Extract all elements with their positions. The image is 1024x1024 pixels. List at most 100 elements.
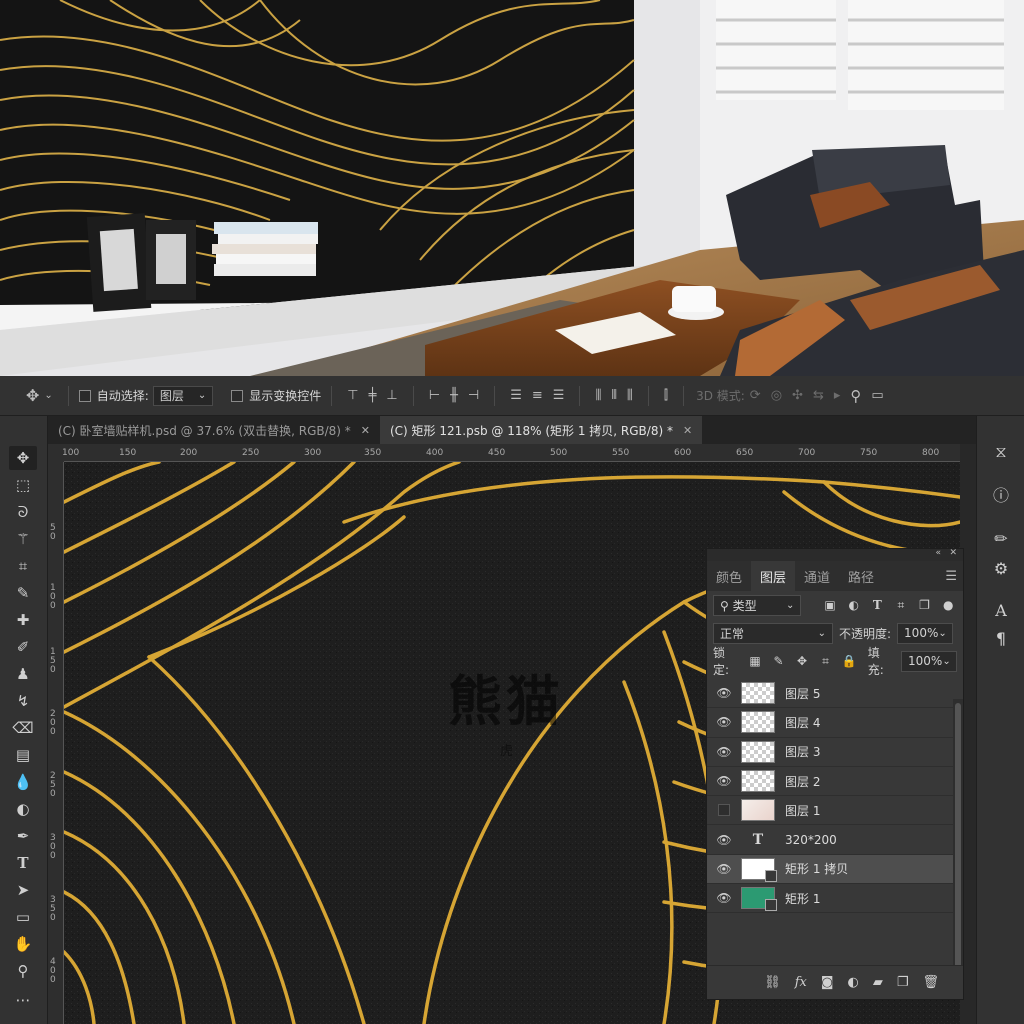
tab-mockup-psd[interactable]: (C) 卧室墙贴样机.psd @ 37.6% (双击替换, RGB/8) * ✕ — [48, 416, 380, 444]
more-tools-icon[interactable]: ⋯ — [9, 988, 37, 1012]
crop-tool-icon[interactable]: ⌗ — [9, 554, 37, 578]
blur-tool-icon[interactable]: 💧 — [9, 770, 37, 794]
fx-icon[interactable]: fx — [795, 975, 807, 990]
distribute-hcenter-icon[interactable]: ⫴ — [611, 388, 616, 403]
visibility-toggle[interactable] — [707, 804, 741, 817]
path-selection-tool-icon[interactable]: ➤ — [9, 878, 37, 902]
auto-select-dropdown[interactable]: 图层 ⌄ — [152, 385, 214, 406]
layer-row[interactable]: 👁 图层 5 — [707, 679, 955, 709]
history-panel-icon[interactable]: ⧖ — [989, 440, 1013, 464]
zoom-tool-icon[interactable]: ⚲ — [9, 959, 37, 983]
rectangle-tool-icon[interactable]: ▭ — [9, 905, 37, 929]
vertical-ruler[interactable]: 5 0 1 0 0 1 5 0 2 0 0 2 5 0 3 0 0 3 5 0 … — [48, 462, 64, 1024]
show-transform-checkbox[interactable]: 显示变换控件 — [231, 387, 321, 404]
move-tool-icon[interactable]: ✥ — [26, 386, 39, 405]
pan-3d-icon[interactable]: ✣ — [792, 388, 803, 403]
history-brush-tool-icon[interactable]: ↯ — [9, 689, 37, 713]
eyedropper-tool-icon[interactable]: ✎ — [9, 581, 37, 605]
align-bottom-icon[interactable]: ⊥ — [386, 388, 397, 403]
move-tool-icon[interactable]: ✥ — [9, 446, 37, 470]
visibility-eye-icon[interactable]: 👁 — [707, 891, 741, 905]
visibility-eye-icon[interactable]: 👁 — [707, 833, 741, 847]
scrollbar-thumb[interactable] — [955, 703, 961, 968]
distribute-bottom-icon[interactable]: ☰ — [553, 388, 565, 403]
distribute-vcenter-icon[interactable]: ≡ — [532, 388, 543, 403]
paragraph-panel-icon[interactable]: ¶ — [989, 626, 1013, 650]
tab-layers[interactable]: 图层 — [751, 561, 796, 591]
visibility-eye-icon[interactable]: 👁 — [707, 715, 741, 729]
layer-row[interactable]: 👁 图层 3 — [707, 738, 955, 767]
layer-row[interactable]: 图层 1 — [707, 796, 955, 826]
type-tool-icon[interactable]: T — [9, 851, 37, 875]
hidden-visibility-box[interactable] — [718, 804, 730, 817]
collapse-icon[interactable]: « — [935, 548, 941, 558]
filter-pixel-icon[interactable]: ▣ — [821, 598, 839, 612]
workspace-icon[interactable]: ▭ — [871, 388, 883, 403]
marquee-tool-icon[interactable]: ⬚ — [9, 473, 37, 497]
lock-all-icon[interactable]: 🔒 — [840, 654, 858, 668]
close-icon[interactable]: ✕ — [361, 424, 370, 437]
visibility-eye-icon[interactable]: 👁 — [707, 686, 741, 700]
filter-type-icon[interactable]: T — [869, 598, 887, 612]
tab-paths[interactable]: 路径 — [839, 561, 883, 591]
info-panel-icon[interactable]: ⓘ — [989, 482, 1013, 506]
filter-shape-icon[interactable]: ⌗ — [892, 598, 910, 613]
lock-artboard-icon[interactable]: ⌗ — [817, 654, 835, 669]
blend-mode-dropdown[interactable]: 正常 ⌄ — [713, 622, 833, 644]
checkbox-icon[interactable] — [231, 389, 244, 402]
align-right-icon[interactable]: ⊣ — [468, 388, 479, 403]
tab-rect-psb[interactable]: (C) 矩形 121.psb @ 118% (矩形 1 拷贝, RGB/8) *… — [380, 416, 703, 444]
fill-field[interactable]: 100% ⌄ — [901, 650, 958, 672]
align-top-icon[interactable]: ⊤ — [347, 388, 358, 403]
lasso-tool-icon[interactable]: ᘐ — [9, 500, 37, 524]
lock-position-icon[interactable]: ✥ — [793, 654, 811, 668]
lock-transparent-icon[interactable]: ▦ — [746, 654, 764, 668]
panel-menu-icon[interactable]: ☰ — [945, 569, 957, 584]
visibility-eye-icon[interactable]: 👁 — [707, 774, 741, 788]
scale-3d-icon[interactable]: ▸ — [834, 388, 841, 403]
brush-panel-icon[interactable]: ✏ — [989, 526, 1013, 550]
brush-tool-icon[interactable]: ✐ — [9, 635, 37, 659]
add-mask-icon[interactable]: ◙ — [821, 975, 834, 990]
gradient-tool-icon[interactable]: ▤ — [9, 743, 37, 767]
distribute-right-icon[interactable]: ⫼ — [627, 388, 633, 403]
search-icon[interactable]: ⚲ — [850, 387, 861, 405]
layer-row-selected[interactable]: 👁 矩形 1 拷贝 — [707, 854, 955, 885]
roll-3d-icon[interactable]: ◎ — [771, 388, 782, 403]
trash-icon[interactable]: 🗑 — [922, 975, 939, 990]
pen-tool-icon[interactable]: ✒ — [9, 824, 37, 848]
orbit-3d-icon[interactable]: ⟳ — [750, 388, 761, 403]
visibility-eye-icon[interactable]: 👁 — [707, 745, 741, 759]
align-hcenter-icon[interactable]: ╫ — [450, 388, 458, 403]
character-panel-icon[interactable]: A — [989, 598, 1013, 622]
layer-row[interactable]: 👁 图层 4 — [707, 708, 955, 738]
new-layer-icon[interactable]: ❐ — [897, 975, 909, 990]
chevron-down-icon[interactable]: ⌄ — [44, 390, 52, 401]
close-icon[interactable]: ✕ — [683, 424, 692, 437]
layer-row[interactable]: 👁 矩形 1 — [707, 884, 955, 914]
horizontal-ruler[interactable]: 100 150 200 250 300 350 400 450 500 550 … — [62, 444, 960, 462]
align-vcenter-icon[interactable]: ╪ — [369, 388, 377, 403]
visibility-eye-icon[interactable]: 👁 — [707, 862, 741, 876]
eraser-tool-icon[interactable]: ⌫ — [9, 716, 37, 740]
healing-brush-tool-icon[interactable]: ✚ — [9, 608, 37, 632]
distribute-top-icon[interactable]: ☰ — [510, 388, 522, 403]
opacity-field[interactable]: 100% ⌄ — [897, 622, 954, 644]
hand-tool-icon[interactable]: ✋ — [9, 932, 37, 956]
align-left-icon[interactable]: ⊢ — [429, 388, 440, 403]
link-layers-icon[interactable]: ⛓ — [764, 975, 781, 990]
filter-adjustment-icon[interactable]: ◐ — [845, 598, 863, 612]
dodge-tool-icon[interactable]: ◐ — [9, 797, 37, 821]
adjustments-panel-icon[interactable]: ⚙ — [989, 556, 1013, 580]
auto-align-icon[interactable]: ⫿ — [664, 388, 668, 403]
checkbox-icon[interactable] — [78, 389, 91, 402]
filter-smart-object-icon[interactable]: ❐ — [916, 598, 934, 612]
slide-3d-icon[interactable]: ⇆ — [813, 388, 824, 403]
distribute-left-icon[interactable]: ⫼ — [595, 388, 601, 403]
lock-pixels-icon[interactable]: ✎ — [770, 654, 788, 668]
layer-row[interactable]: 👁 图层 2 — [707, 767, 955, 797]
layers-scrollbar[interactable] — [953, 699, 963, 974]
adjustment-layer-icon[interactable]: ◐ — [847, 975, 858, 990]
magic-wand-tool-icon[interactable]: ⚚ — [9, 527, 37, 551]
new-group-icon[interactable]: ▰ — [873, 975, 883, 990]
